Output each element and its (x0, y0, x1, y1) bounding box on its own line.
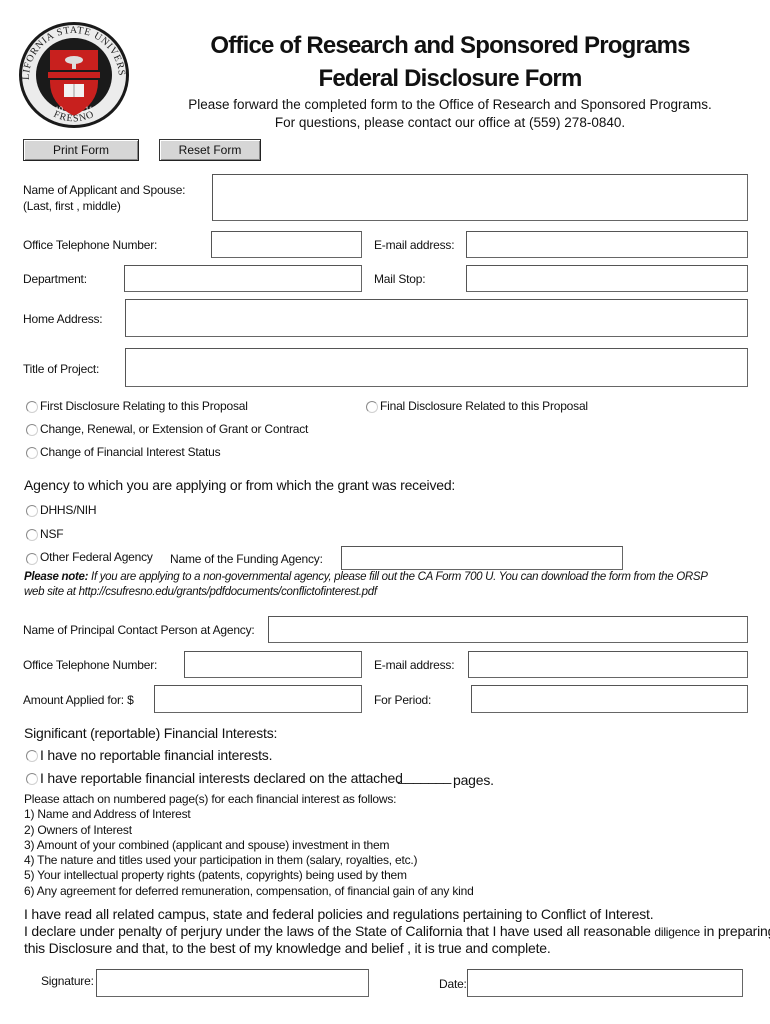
for-period-field[interactable] (471, 685, 748, 713)
declaration-line-1: I have read all related campus, state an… (24, 906, 654, 922)
list-item: 6) Any agreement for deferred remunerati… (24, 883, 474, 898)
non-governmental-note: Please note: If you are applying to a no… (24, 571, 708, 583)
department-label: Department: (23, 272, 87, 286)
form-title: Federal Disclosure Form (318, 65, 582, 92)
radio-dhhs-nih[interactable] (26, 505, 38, 517)
principal-contact-label: Name of Principal Contact Person at Agen… (23, 623, 255, 637)
agency-email-label: E-mail address: (374, 658, 455, 672)
attachment-instructions: Please attach on numbered page(s) for ea… (24, 792, 474, 899)
change-renewal-label: Change, Renewal, or Extension of Grant o… (40, 422, 309, 436)
email-label: E-mail address: (374, 238, 455, 252)
mail-stop-field[interactable] (466, 265, 748, 292)
change-financial-status-label: Change of Financial Interest Status (40, 445, 221, 459)
declaration-line-2: I declare under penalty of perjury under… (24, 923, 770, 939)
other-federal-agency-label: Other Federal Agency (40, 550, 153, 564)
department-field[interactable] (124, 265, 362, 292)
radio-other-federal-agency[interactable] (26, 553, 38, 565)
applicant-name-field[interactable] (212, 174, 748, 221)
university-seal-logo: 19 11 CALIFORNIA STATE UNIVERSITY FRESNO (13, 12, 131, 130)
declaration-diligence: diligence (654, 925, 700, 939)
date-label: Date: (439, 977, 467, 991)
list-item: 2) Owners of Interest (24, 822, 132, 837)
page-title: Office of Research and Sponsored Program… (210, 32, 690, 59)
reportable-interests-label: I have reportable financial interests de… (40, 770, 403, 786)
no-reportable-interests-label: I have no reportable financial interests… (40, 747, 273, 763)
nsf-label: NSF (40, 527, 64, 541)
reset-form-button[interactable]: Reset Form (159, 139, 261, 161)
note-text: If you are applying to a non-governmenta… (88, 571, 708, 583)
pages-suffix-label: pages. (453, 772, 494, 788)
radio-no-reportable-interests[interactable] (26, 750, 38, 762)
funding-agency-label: Name of the Funding Agency: (170, 552, 323, 566)
office-phone-field[interactable] (211, 231, 362, 258)
radio-change-financial-status[interactable] (26, 447, 38, 459)
declaration-line-2a: I declare under penalty of perjury under… (24, 923, 655, 939)
note-url-line: web site at http://csufresno.edu/grants/… (24, 586, 377, 598)
financial-interests-heading: Significant (reportable) Financial Inter… (24, 725, 278, 741)
dhhs-nih-label: DHHS/NIH (40, 503, 97, 517)
signature-label: Signature: (41, 974, 94, 988)
agency-email-field[interactable] (468, 651, 748, 678)
office-phone-label: Office Telephone Number: (23, 238, 158, 252)
radio-final-disclosure[interactable] (366, 401, 378, 413)
agency-phone-field[interactable] (184, 651, 362, 678)
list-item: 3) Amount of your combined (applicant an… (24, 837, 390, 852)
date-field[interactable] (467, 969, 743, 997)
radio-change-renewal[interactable] (26, 424, 38, 436)
mail-stop-label: Mail Stop: (374, 272, 426, 286)
home-address-label: Home Address: (23, 312, 103, 326)
funding-agency-field[interactable] (341, 546, 623, 570)
instruction-line-1: Please forward the completed form to the… (188, 97, 712, 112)
attached-pages-blank[interactable]: _______ (398, 768, 451, 784)
agency-phone-label: Office Telephone Number: (23, 658, 158, 672)
email-field[interactable] (466, 231, 748, 258)
declaration-line-2c: in preparing (699, 923, 770, 939)
project-title-field[interactable] (125, 348, 748, 387)
first-disclosure-label: First Disclosure Relating to this Propos… (40, 399, 248, 413)
home-address-field[interactable] (125, 299, 748, 337)
radio-nsf[interactable] (26, 529, 38, 541)
applicant-name-label: Name of Applicant and Spouse: (23, 183, 186, 197)
list-item: 1) Name and Address of Interest (24, 807, 191, 822)
applicant-name-hint: (Last, first , middle) (23, 199, 121, 213)
instruction-line-2: For questions, please contact our office… (274, 115, 626, 130)
seal-icon: 19 11 CALIFORNIA STATE UNIVERSITY FRESNO (13, 12, 129, 128)
principal-contact-field[interactable] (268, 616, 748, 643)
agency-heading: Agency to which you are applying or from… (24, 477, 456, 493)
attach-intro: Please attach on numbered page(s) for ea… (24, 792, 397, 806)
list-item: 5) Your intellectual property rights (pa… (24, 868, 407, 883)
note-bold-label: Please note: (24, 571, 89, 583)
declaration-line-3: this Disclosure and that, to the best of… (24, 940, 551, 956)
amount-applied-label: Amount Applied for: $ (23, 693, 134, 707)
project-title-label: Title of Project: (23, 362, 100, 376)
for-period-label: For Period: (374, 693, 432, 707)
radio-reportable-interests[interactable] (26, 773, 38, 785)
final-disclosure-label: Final Disclosure Related to this Proposa… (380, 399, 588, 413)
print-form-button[interactable]: Print Form (23, 139, 139, 161)
amount-applied-field[interactable] (154, 685, 362, 713)
radio-first-disclosure[interactable] (26, 401, 38, 413)
signature-field[interactable] (96, 969, 369, 997)
list-item: 4) The nature and titles used your parti… (24, 853, 418, 868)
